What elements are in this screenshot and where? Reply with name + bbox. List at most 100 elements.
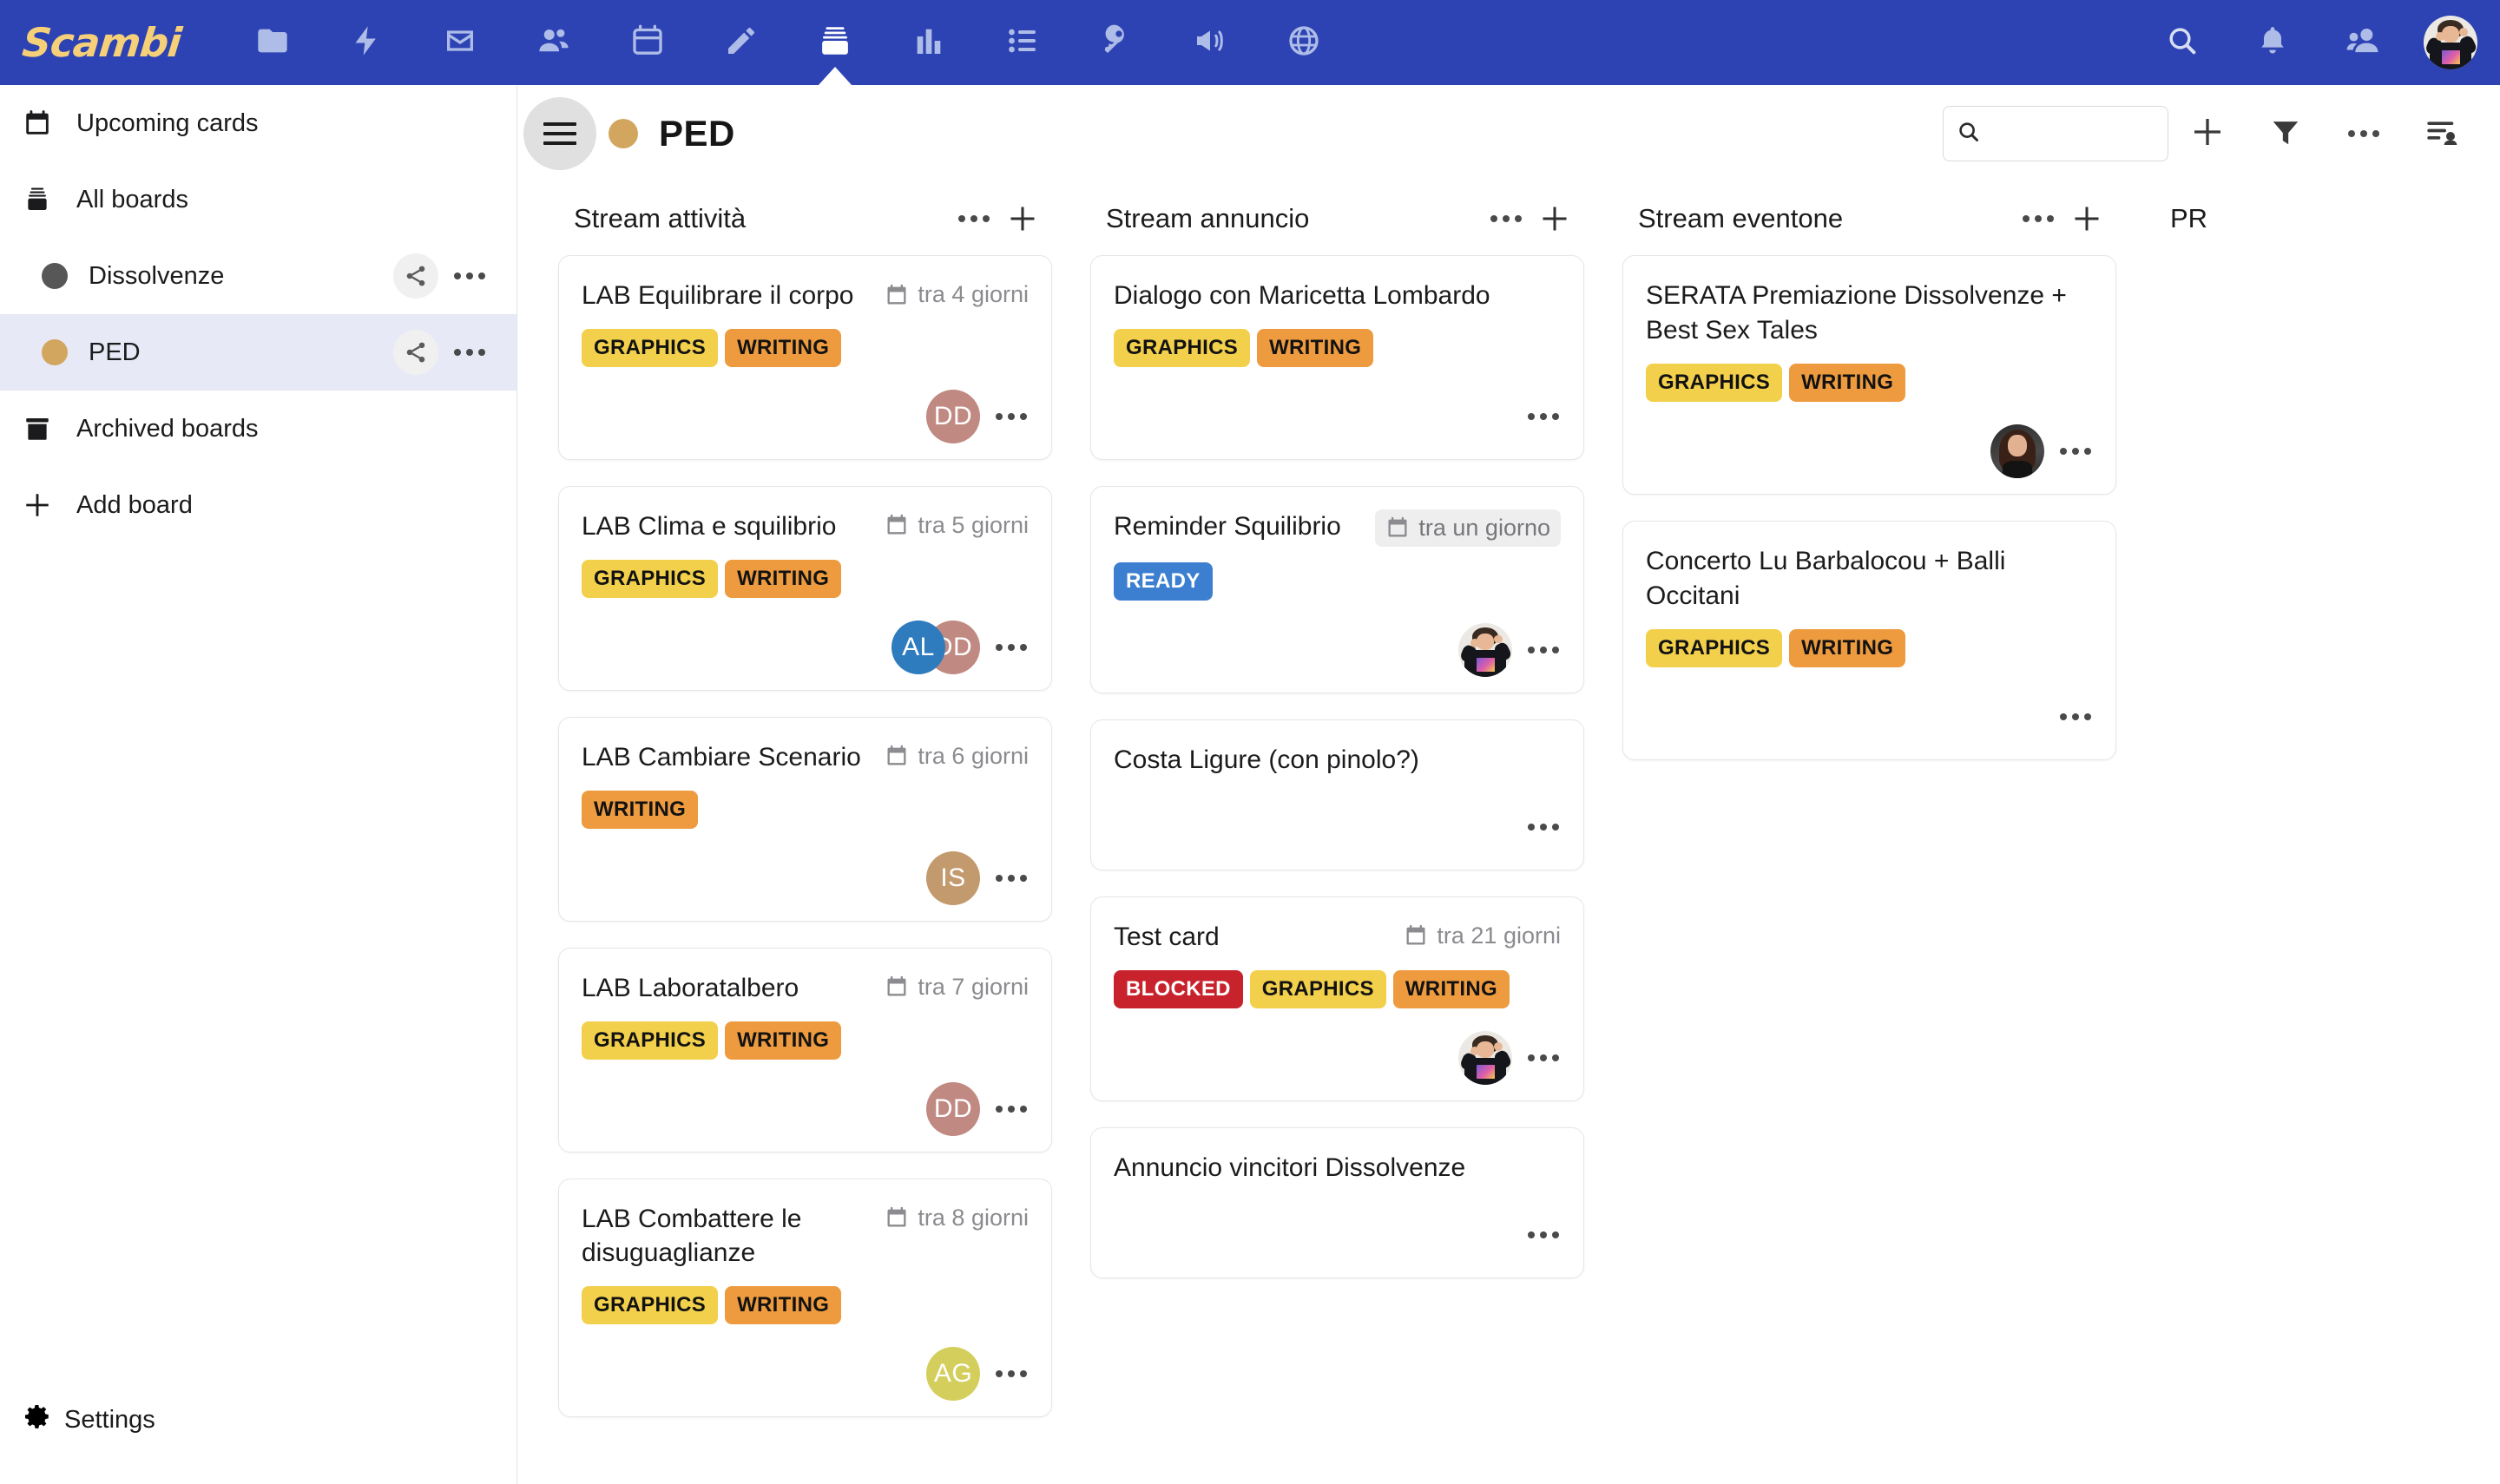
label-writing[interactable]: WRITING bbox=[1257, 328, 1374, 367]
card[interactable]: Costa Ligure (con pinolo?) bbox=[1090, 719, 1584, 870]
share-icon[interactable] bbox=[393, 253, 438, 299]
card-labels: GRAPHICS WRITING bbox=[582, 1021, 1029, 1060]
contacts-icon bbox=[2345, 23, 2381, 63]
label-graphics[interactable]: GRAPHICS bbox=[1646, 363, 1783, 402]
app-logo[interactable]: Scambi bbox=[20, 19, 183, 66]
nav-reports-button[interactable] bbox=[882, 0, 976, 85]
avatar[interactable] bbox=[1458, 1030, 1512, 1085]
label-writing[interactable]: WRITING bbox=[1392, 969, 1510, 1008]
column-more-icon[interactable] bbox=[1490, 215, 1522, 222]
avatar[interactable]: IS bbox=[926, 850, 980, 905]
column-actions bbox=[1490, 194, 1579, 243]
board-search[interactable] bbox=[1943, 106, 2168, 161]
sidebar-board-dissolvenze[interactable]: Dissolvenze bbox=[0, 238, 516, 314]
column-stream-annuncio: Stream annuncio Dialogo con Maricetta Lo… bbox=[1071, 182, 1603, 1304]
global-search-button[interactable] bbox=[2137, 0, 2227, 85]
label-writing[interactable]: WRITING bbox=[725, 559, 842, 598]
card[interactable]: LAB Combattere le disuguaglianze tra 8 g… bbox=[558, 1178, 1052, 1418]
board-more-icon[interactable] bbox=[454, 273, 485, 279]
add-card-button[interactable] bbox=[2168, 95, 2247, 173]
card-assignees: DD bbox=[926, 1081, 980, 1136]
card[interactable]: LAB Laboratalbero tra 7 giorni GRAPHICS … bbox=[558, 947, 1052, 1152]
label-graphics[interactable]: GRAPHICS bbox=[1249, 969, 1386, 1008]
share-icon[interactable] bbox=[393, 330, 438, 375]
label-writing[interactable]: WRITING bbox=[725, 1021, 842, 1060]
avatar[interactable]: DD bbox=[926, 389, 980, 443]
nav-activity-button[interactable] bbox=[319, 0, 413, 85]
column-more-icon[interactable] bbox=[2023, 215, 2054, 222]
avatar[interactable] bbox=[1458, 622, 1512, 677]
card-more-icon[interactable] bbox=[996, 874, 1029, 882]
label-graphics[interactable]: GRAPHICS bbox=[582, 1286, 719, 1325]
card[interactable]: Annuncio vincitori Dissolvenze bbox=[1090, 1126, 1584, 1278]
card-more-icon[interactable] bbox=[1528, 1054, 1561, 1061]
card-more-icon[interactable] bbox=[996, 1105, 1029, 1113]
sidebar-item-settings[interactable]: Settings bbox=[0, 1382, 516, 1458]
card[interactable]: LAB Equilibrare il corpo tra 4 giorni GR… bbox=[558, 255, 1052, 460]
label-graphics[interactable]: GRAPHICS bbox=[1114, 328, 1251, 367]
label-writing[interactable]: WRITING bbox=[725, 1286, 842, 1325]
card-more-icon[interactable] bbox=[2060, 712, 2093, 720]
label-writing[interactable]: WRITING bbox=[725, 328, 842, 367]
card[interactable]: Concerto Lu Barbalocou + Balli Occitani … bbox=[1622, 520, 2116, 760]
column-add-card-icon[interactable] bbox=[2062, 194, 2111, 243]
board-more-icon[interactable] bbox=[454, 349, 485, 356]
sidebar-board-ped[interactable]: PED bbox=[0, 314, 516, 391]
card[interactable]: Dialogo con Maricetta Lombardo GRAPHICS … bbox=[1090, 255, 1584, 460]
sidebar-item-archived-boards[interactable]: Archived boards bbox=[0, 391, 516, 467]
avatar[interactable]: AG bbox=[926, 1347, 980, 1402]
assignee-filter-button[interactable] bbox=[2403, 95, 2481, 173]
card-more-icon[interactable] bbox=[1528, 412, 1561, 420]
card[interactable]: Reminder Squilibrio tra un giorno READY bbox=[1090, 485, 1584, 693]
board-more-button[interactable] bbox=[2325, 95, 2403, 173]
card-more-icon[interactable] bbox=[1528, 823, 1561, 831]
nav-announcements-button[interactable] bbox=[1163, 0, 1257, 85]
card[interactable]: Test card tra 21 giorni BLOCKED GRAPHICS… bbox=[1090, 896, 1584, 1101]
column-add-card-icon[interactable] bbox=[998, 194, 1047, 243]
avatar[interactable]: DD bbox=[926, 1081, 980, 1136]
current-user-avatar[interactable] bbox=[2424, 16, 2477, 69]
label-writing[interactable]: WRITING bbox=[1789, 363, 1906, 402]
label-graphics[interactable]: GRAPHICS bbox=[582, 559, 719, 598]
card-assignees: AG bbox=[926, 1347, 980, 1402]
label-blocked[interactable]: BLOCKED bbox=[1114, 969, 1243, 1008]
filter-button[interactable] bbox=[2247, 95, 2325, 173]
board-search-input[interactable] bbox=[1990, 120, 2155, 148]
label-writing[interactable]: WRITING bbox=[582, 790, 699, 829]
nav-contacts-button[interactable] bbox=[507, 0, 601, 85]
nav-mail-button[interactable] bbox=[413, 0, 507, 85]
card[interactable]: LAB Cambiare Scenario tra 6 giorni WRITI… bbox=[558, 716, 1052, 922]
card-more-icon[interactable] bbox=[996, 1370, 1029, 1378]
card-more-icon[interactable] bbox=[996, 643, 1029, 651]
sidebar-item-upcoming-cards[interactable]: Upcoming cards bbox=[0, 85, 516, 161]
nav-web-button[interactable] bbox=[1257, 0, 1351, 85]
card-more-icon[interactable] bbox=[1528, 646, 1561, 653]
card[interactable]: LAB Clima e squilibrio tra 5 giorni GRAP… bbox=[558, 485, 1052, 691]
notifications-button[interactable] bbox=[2227, 0, 2318, 85]
avatar[interactable]: AL bbox=[891, 620, 945, 674]
card-more-icon[interactable] bbox=[1528, 1231, 1561, 1238]
sidebar-item-all-boards[interactable]: All boards bbox=[0, 161, 516, 238]
column-more-icon[interactable] bbox=[958, 215, 990, 222]
board-columns: Stream attività LAB Equilibrare il corpo… bbox=[518, 182, 2500, 1484]
user-directory-button[interactable] bbox=[2318, 0, 2408, 85]
nav-tasks-button[interactable] bbox=[976, 0, 1069, 85]
sidebar-item-add-board[interactable]: Add board bbox=[0, 467, 516, 543]
label-graphics[interactable]: GRAPHICS bbox=[582, 328, 719, 367]
label-graphics[interactable]: GRAPHICS bbox=[582, 1021, 719, 1060]
nav-folder-button[interactable] bbox=[226, 0, 319, 85]
card-more-icon[interactable] bbox=[996, 412, 1029, 420]
avatar[interactable] bbox=[1990, 424, 2044, 478]
nav-passwords-button[interactable] bbox=[1069, 0, 1163, 85]
sidebar-board-label: Dissolvenze bbox=[89, 261, 225, 290]
sidebar-toggle-button[interactable] bbox=[523, 97, 596, 170]
card[interactable]: SERATA Premiazione Dissolvenze + Best Se… bbox=[1622, 255, 2116, 495]
label-ready[interactable]: READY bbox=[1114, 561, 1213, 601]
card-more-icon[interactable] bbox=[2060, 447, 2093, 455]
nav-notes-button[interactable] bbox=[694, 0, 788, 85]
nav-calendar-button[interactable] bbox=[601, 0, 694, 85]
label-graphics[interactable]: GRAPHICS bbox=[1646, 628, 1783, 667]
nav-boards-button[interactable] bbox=[788, 0, 882, 85]
label-writing[interactable]: WRITING bbox=[1789, 628, 1906, 667]
column-add-card-icon[interactable] bbox=[1530, 194, 1579, 243]
